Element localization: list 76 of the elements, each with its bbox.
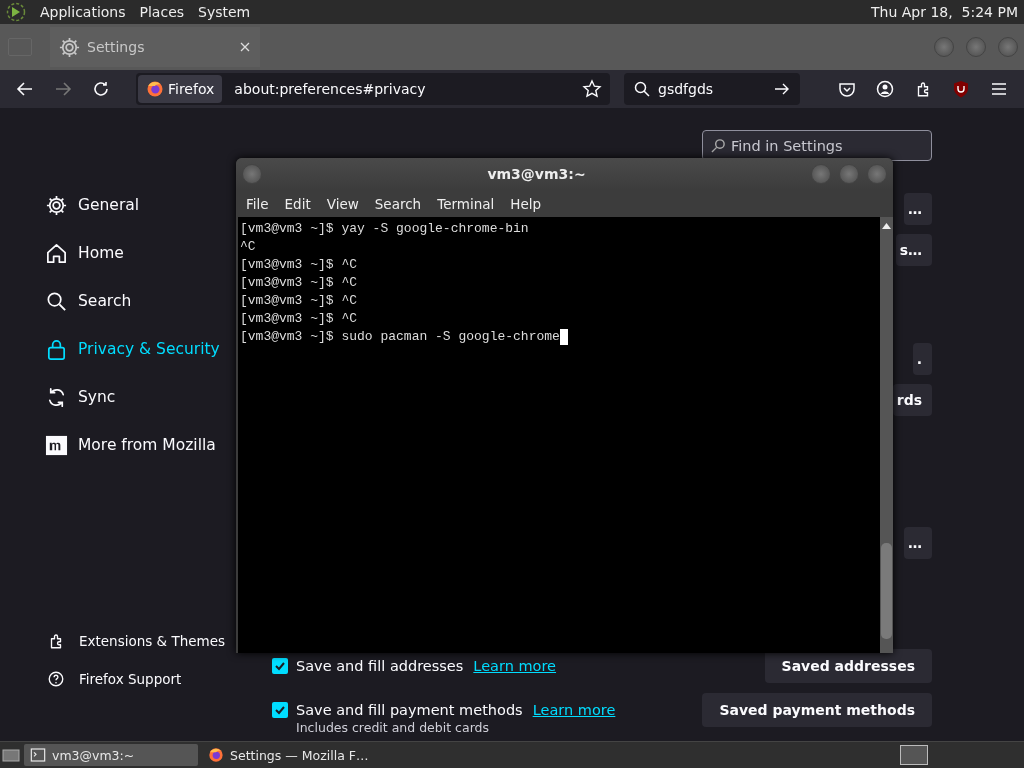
settings-button[interactable]: … bbox=[904, 527, 932, 559]
menu-item[interactable]: Help bbox=[506, 195, 550, 212]
sidebar-item[interactable]: Home bbox=[45, 229, 236, 277]
scrollbar[interactable] bbox=[880, 217, 893, 653]
sidebar-item[interactable]: Search bbox=[45, 277, 236, 325]
menu-item[interactable]: Search bbox=[370, 195, 430, 212]
panel-menu[interactable]: System bbox=[198, 4, 251, 20]
option-label: Save and fill addresses bbox=[296, 658, 464, 674]
option-note: Includes credit and debit cards bbox=[296, 720, 490, 735]
terminal-line: [vm3@vm3 ~]$ sudo pacman -S google-chrome bbox=[240, 328, 560, 346]
terminal-icon bbox=[30, 747, 46, 763]
settings-button[interactable]: … bbox=[904, 193, 932, 225]
go-arrow-icon[interactable] bbox=[774, 81, 790, 97]
mozilla-icon bbox=[45, 433, 68, 457]
panel-menu[interactable]: Applications bbox=[40, 4, 126, 20]
sidebar-item[interactable]: General bbox=[45, 181, 236, 229]
scrollbar-thumb[interactable] bbox=[881, 543, 892, 639]
close-icon[interactable] bbox=[240, 42, 250, 52]
menu-item[interactable]: View bbox=[322, 195, 367, 212]
learn-more-link[interactable]: Learn more bbox=[532, 702, 616, 718]
checkbox[interactable] bbox=[272, 702, 288, 718]
sidebar-item[interactable]: Sync bbox=[45, 373, 236, 421]
help-icon bbox=[47, 670, 65, 688]
star-icon[interactable] bbox=[582, 79, 602, 99]
checkbox[interactable] bbox=[272, 658, 288, 674]
menu-icon[interactable] bbox=[990, 80, 1008, 98]
sidebar-link[interactable]: Firefox Support bbox=[45, 660, 236, 698]
settings-button[interactable]: Saved payment methods bbox=[702, 693, 932, 727]
sidebar-item[interactable]: Privacy & Security bbox=[45, 325, 236, 373]
terminal-line: [vm3@vm3 ~]$ ^C bbox=[240, 256, 358, 274]
sidebar-link[interactable]: Extensions & Themes bbox=[45, 622, 236, 660]
menu-logo-icon[interactable] bbox=[6, 2, 26, 22]
show-desktop-icon[interactable] bbox=[2, 746, 20, 764]
forward-icon[interactable] bbox=[54, 80, 72, 98]
workspace-switcher[interactable] bbox=[900, 745, 928, 765]
window-title: vm3@vm3:~ bbox=[486, 166, 587, 182]
firefox-icon bbox=[146, 80, 164, 98]
menu-item[interactable]: Terminal bbox=[433, 195, 503, 212]
terminal-line: [vm3@vm3 ~]$ yay -S google-chrome-bin bbox=[240, 220, 529, 238]
settings-button[interactable]: rds bbox=[892, 384, 932, 416]
option-label: Save and fill payment methods bbox=[296, 702, 523, 718]
search-field[interactable]: gsdfgds bbox=[624, 73, 800, 105]
search-icon bbox=[711, 138, 726, 153]
pocket-icon[interactable] bbox=[838, 80, 856, 98]
terminal-line: [vm3@vm3 ~]$ ^C bbox=[240, 310, 358, 328]
search-icon bbox=[45, 289, 68, 313]
learn-more-link[interactable]: Learn more bbox=[473, 658, 557, 674]
url-text: about:preferences#privacy bbox=[234, 81, 427, 97]
shield-icon[interactable] bbox=[952, 80, 970, 98]
text-cursor bbox=[559, 329, 568, 345]
terminal-line: ^C bbox=[240, 238, 256, 256]
lock-icon bbox=[45, 337, 68, 361]
scroll-up-icon[interactable] bbox=[882, 222, 891, 230]
identity-button[interactable]: Firefox bbox=[138, 75, 223, 103]
taskbar-item[interactable]: vm3@vm3:~ bbox=[24, 744, 198, 766]
settings-button[interactable]: Saved addresses bbox=[764, 649, 932, 683]
home-icon bbox=[45, 241, 68, 265]
firefox-icon bbox=[208, 747, 224, 763]
terminal-line: [vm3@vm3 ~]$ ^C bbox=[240, 274, 358, 292]
gear-icon bbox=[58, 35, 81, 59]
panel-menu[interactable]: Places bbox=[139, 4, 185, 20]
address-bar[interactable]: Firefox about:preferences#privacy bbox=[136, 73, 610, 105]
menu-item[interactable]: Edit bbox=[280, 195, 319, 212]
terminal-line: [vm3@vm3 ~]$ ^C bbox=[240, 292, 358, 310]
browser-tab[interactable]: Settings bbox=[50, 27, 260, 67]
clock: Thu Apr 18, 5:24 PM bbox=[871, 4, 1018, 20]
settings-button[interactable]: s… bbox=[895, 234, 932, 266]
reload-icon[interactable] bbox=[92, 80, 110, 98]
sidebar-item[interactable]: More from Mozilla bbox=[45, 421, 236, 469]
back-icon[interactable] bbox=[16, 80, 34, 98]
account-icon[interactable] bbox=[876, 80, 894, 98]
search-icon bbox=[634, 81, 650, 97]
menu-item[interactable]: File bbox=[242, 195, 277, 212]
settings-button[interactable]: . bbox=[912, 343, 932, 375]
taskbar-item[interactable]: Settings — Mozilla F… bbox=[202, 744, 376, 766]
gear-icon bbox=[45, 193, 68, 217]
